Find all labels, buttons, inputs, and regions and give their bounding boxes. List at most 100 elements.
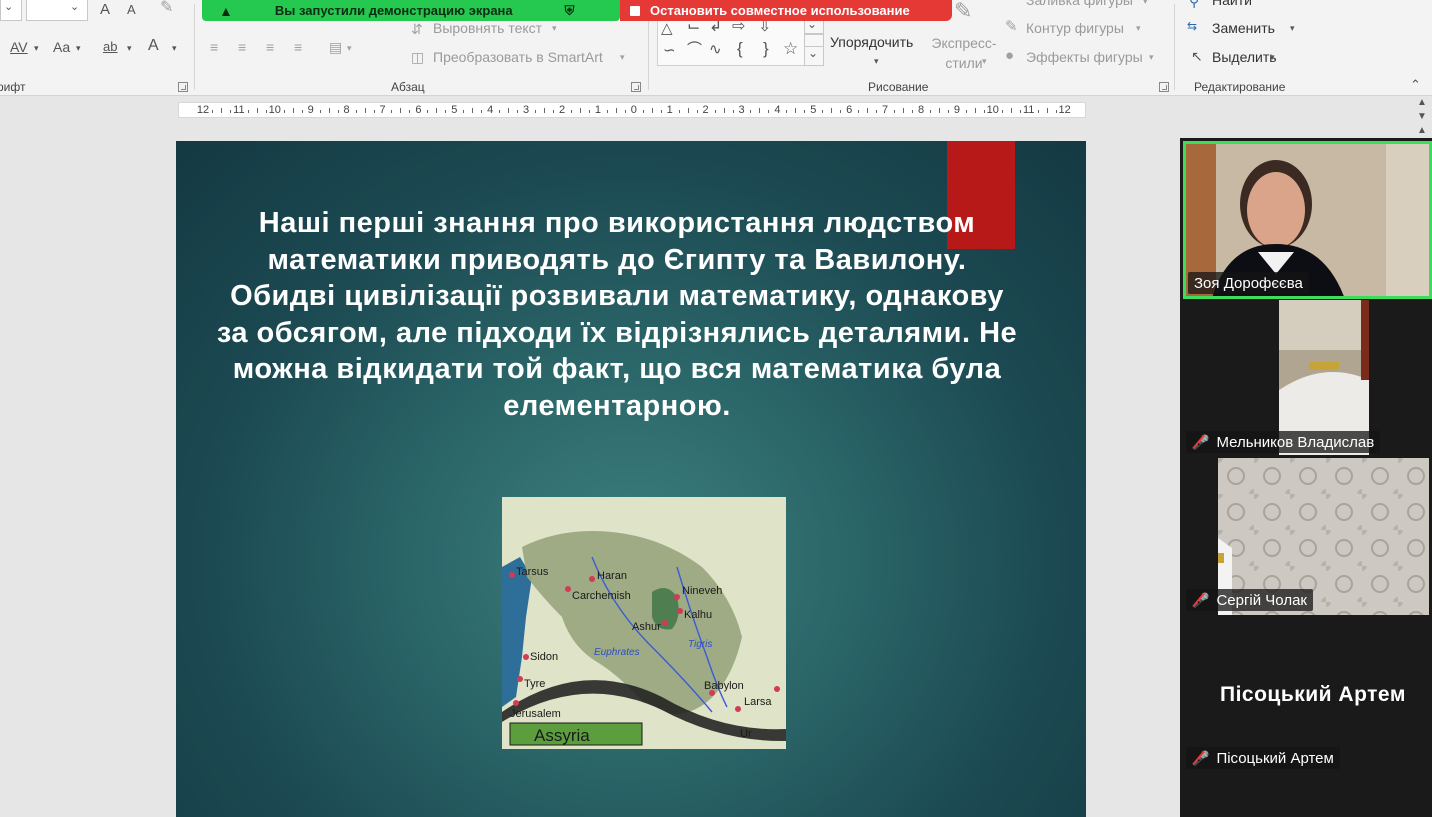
chevron-down-icon[interactable]: ▾ xyxy=(34,44,39,53)
shape-outline-icon[interactable]: ✎ xyxy=(1005,19,1018,34)
chevron-down-icon[interactable]: ▾ xyxy=(1290,24,1295,33)
convert-smartart-button[interactable]: Преобразовать в SmartArt xyxy=(433,49,603,65)
shrink-font-icon[interactable]: A xyxy=(127,3,136,16)
arc-shape-icon[interactable]: ⌒ xyxy=(687,42,702,57)
clear-formatting-icon[interactable]: ✎ xyxy=(160,0,173,16)
muted-mic-icon: 🎤 xyxy=(1192,749,1210,766)
ruler-tick-label: 3 xyxy=(523,104,530,116)
ruler-minor-tick xyxy=(247,110,249,113)
chevron-down-icon[interactable]: ▾ xyxy=(552,24,557,33)
chevron-down-icon[interactable]: ▾ xyxy=(982,57,987,66)
right-arrow-shape-icon[interactable]: ⇨ xyxy=(732,19,745,35)
stop-checkbox-icon[interactable] xyxy=(630,5,640,16)
align-center-icon[interactable]: ≡ xyxy=(238,40,246,54)
ruler-tick-label: 8 xyxy=(343,104,350,116)
muted-mic-icon: 🎤 xyxy=(1192,591,1210,608)
find-icon[interactable]: ⚲ xyxy=(1189,0,1199,8)
vertical-scrollbar[interactable]: ▲ ▼ ▲ xyxy=(1413,96,1432,140)
change-case-icon[interactable]: Aa xyxy=(53,40,70,54)
shape-fill-button[interactable]: Заливка фигуры xyxy=(1026,0,1133,8)
ruler-minor-tick xyxy=(553,110,555,113)
ruler-minor-tick xyxy=(1001,110,1003,113)
left-brace-shape-icon[interactable]: { xyxy=(737,40,743,57)
align-text-button[interactable]: Выровнять текст xyxy=(433,20,542,36)
chevron-down-icon[interactable]: ⌄ xyxy=(4,2,13,13)
smartart-icon[interactable]: ◫ xyxy=(411,50,424,64)
grow-font-icon[interactable]: A xyxy=(100,2,110,17)
chevron-down-icon[interactable]: ▾ xyxy=(76,44,81,53)
find-button[interactable]: Найти xyxy=(1212,0,1252,8)
stop-sharing-button[interactable]: Остановить совместное использование xyxy=(620,0,952,21)
ruler-minor-tick xyxy=(499,110,501,113)
ruler-minor-tick xyxy=(696,110,698,113)
columns-icon[interactable]: ▤ xyxy=(329,40,342,54)
shape-effects-icon[interactable]: ● xyxy=(1005,48,1014,63)
chevron-down-icon[interactable]: ▾ xyxy=(127,44,132,53)
replace-icon[interactable]: ⇆ xyxy=(1187,20,1197,32)
chevron-down-icon[interactable]: ▾ xyxy=(1143,0,1148,6)
align-right-icon[interactable]: ≡ xyxy=(266,40,274,54)
participant-display-name: Пісоцький Артем xyxy=(1220,683,1406,706)
chevron-down-icon[interactable]: ▾ xyxy=(1270,53,1275,62)
ruler-tick-label: 8 xyxy=(917,104,925,116)
river-label: Euphrates xyxy=(594,647,640,658)
quick-styles-button[interactable]: Экспресс-стили xyxy=(927,33,1001,73)
participant-video-tile[interactable]: Зоя Дорофєєва xyxy=(1183,141,1432,299)
slide-body-text[interactable]: Наші перші знання про використання людст… xyxy=(212,205,1022,424)
arrange-button[interactable]: Упорядочить xyxy=(830,34,913,50)
scroll-up-icon[interactable]: ▲ xyxy=(1417,126,1427,136)
select-button[interactable]: Выделить xyxy=(1212,49,1277,65)
participant-name-tag: 🎤 Мельников Владислав xyxy=(1186,431,1381,453)
wave-shape-icon[interactable]: ∿ xyxy=(709,42,722,57)
chevron-down-icon[interactable]: ⌄ xyxy=(70,2,79,13)
star-shape-icon[interactable]: ☆ xyxy=(783,40,798,57)
l-shape-icon[interactable]: ⌙ xyxy=(687,19,700,35)
font-color-icon[interactable]: A xyxy=(148,38,159,54)
select-cursor-icon[interactable]: ↖ xyxy=(1191,49,1203,63)
font-dialog-launcher-icon[interactable] xyxy=(178,82,188,92)
city-label: Larsa xyxy=(744,696,772,708)
character-spacing-icon[interactable]: AV xyxy=(10,40,28,54)
collapse-ribbon-icon[interactable]: ⌃ xyxy=(1410,78,1421,91)
chevron-down-icon[interactable]: ▾ xyxy=(620,53,625,62)
curve-shape-icon[interactable]: ∽ xyxy=(663,43,676,58)
chevron-down-icon[interactable]: ▾ xyxy=(1149,53,1154,62)
shape-outline-button[interactable]: Контур фигуры xyxy=(1026,20,1124,36)
drawing-dialog-launcher-icon[interactable] xyxy=(1159,82,1169,92)
chevron-down-icon[interactable]: ⌄ xyxy=(808,47,818,59)
assyria-map-image[interactable]: Tarsus Haran Carchemish Nineveh Kalhu As… xyxy=(502,497,786,749)
justify-icon[interactable]: ≡ xyxy=(294,40,302,54)
chevron-down-icon[interactable]: ▾ xyxy=(874,57,879,66)
chevron-down-icon[interactable]: ▾ xyxy=(172,44,177,53)
shape-effects-button[interactable]: Эффекты фигуры xyxy=(1026,49,1143,65)
elbow-icon[interactable]: ↲ xyxy=(709,19,722,35)
quick-styles-icon[interactable]: ✎ xyxy=(954,0,972,22)
chevron-down-icon[interactable]: ▾ xyxy=(347,44,352,53)
slide-canvas[interactable]: Наші перші знання про використання людст… xyxy=(176,141,1086,817)
ruler-minor-tick xyxy=(1010,108,1012,113)
paragraph-dialog-launcher-icon[interactable] xyxy=(631,82,641,92)
highlight-icon[interactable]: ab xyxy=(103,40,117,53)
align-text-icon[interactable]: ⇵ xyxy=(411,22,423,36)
participant-name: Сергій Чолак xyxy=(1216,591,1307,609)
ruler-minor-tick xyxy=(750,110,752,113)
down-arrow-shape-icon[interactable]: ⇩ xyxy=(758,19,771,35)
participant-name-tag: Зоя Дорофєєва xyxy=(1188,272,1309,294)
scroll-up-icon[interactable]: ▲ xyxy=(1417,98,1427,108)
chevron-down-icon[interactable]: ▾ xyxy=(1136,24,1141,33)
ruler-tick-label: 5 xyxy=(451,104,458,116)
ruler-minor-tick xyxy=(1019,110,1021,113)
scroll-down-icon[interactable]: ▼ xyxy=(1417,112,1427,122)
right-brace-shape-icon[interactable]: } xyxy=(763,40,769,57)
city-label: Jerusalem xyxy=(510,708,561,720)
align-left-icon[interactable]: ≡ xyxy=(210,40,218,54)
ruler-minor-tick xyxy=(265,110,267,113)
ruler-tick-label: 12 xyxy=(196,104,210,116)
ruler-minor-tick xyxy=(903,108,905,113)
triangle-shape-icon[interactable]: △ xyxy=(661,21,673,36)
font-group: ⌄ ⌄ A A ✎ AV ▾ Aa ▾ ab ▾ A ▾ Шрифт xyxy=(0,0,193,96)
ruler-minor-tick xyxy=(1046,108,1048,113)
ruler-minor-tick xyxy=(463,110,465,113)
replace-button[interactable]: Заменить xyxy=(1212,20,1275,36)
pin-icon[interactable]: ▲ xyxy=(219,3,233,19)
